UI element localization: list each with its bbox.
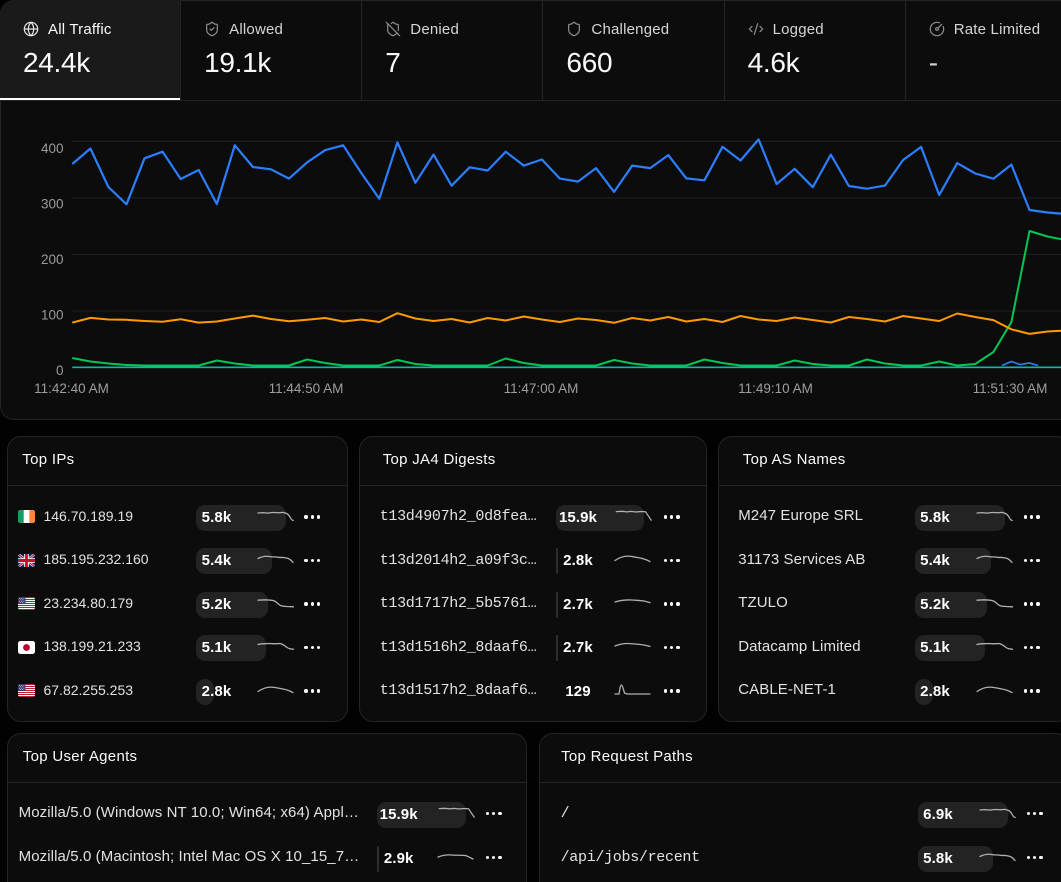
svg-text:11:51:30 AM: 11:51:30 AM — [973, 381, 1048, 396]
svg-text:400: 400 — [41, 141, 64, 156]
svg-text:300: 300 — [41, 197, 64, 212]
svg-text:11:49:10 AM: 11:49:10 AM — [738, 381, 813, 396]
svg-text:200: 200 — [41, 252, 64, 267]
svg-text:0: 0 — [56, 363, 64, 378]
svg-text:11:42:40 AM: 11:42:40 AM — [34, 381, 109, 396]
svg-text:11:47:00 AM: 11:47:00 AM — [504, 381, 579, 396]
svg-text:100: 100 — [41, 308, 64, 323]
svg-text:11:44:50 AM: 11:44:50 AM — [269, 381, 344, 396]
